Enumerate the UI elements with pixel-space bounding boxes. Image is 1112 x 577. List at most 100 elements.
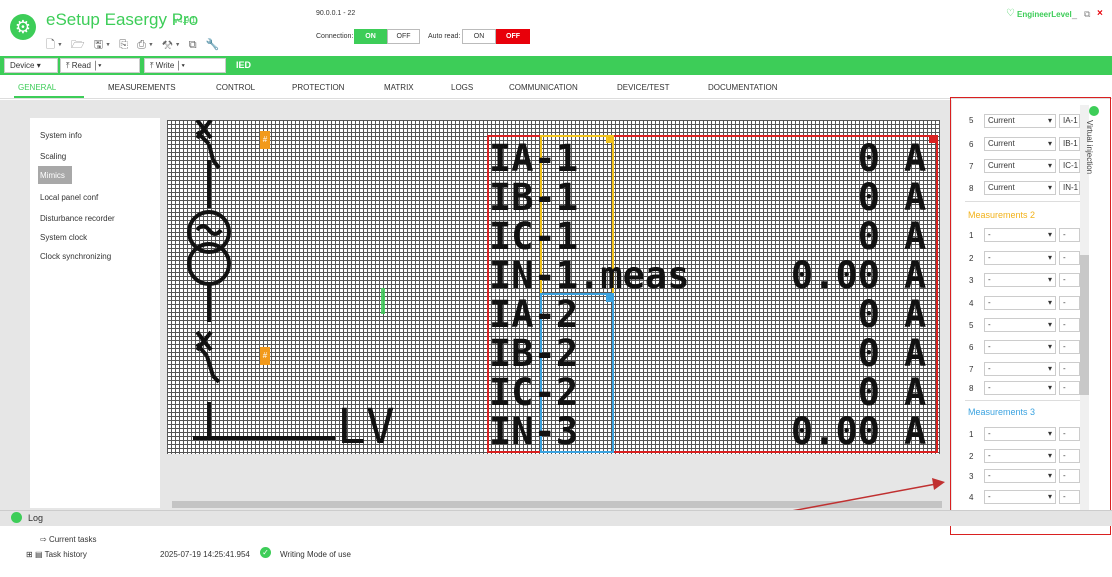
measurement-unit: A [904,332,927,375]
user-level[interactable]: EngineerLevel [1017,10,1072,19]
minimize-button[interactable]: _ [1072,9,1077,19]
chevron-down-icon: ▾ [36,61,41,70]
log-entry-text: Writing Mode of use [280,550,351,559]
measurement-value: 0 [857,332,880,375]
resize-handle[interactable] [606,135,614,143]
measurement-name: IB-2 [489,332,579,375]
read-label: Read [71,61,91,70]
connection-on-toggle[interactable]: ON [354,29,387,44]
sidebar-item-mimics[interactable]: Mimics [40,171,65,180]
tasks-icon: ⇨ [40,535,49,544]
device-address: 90.0.0.1 - 22 [316,10,356,17]
user-level-icon: ♡ [1006,8,1015,19]
auto-read-on-toggle[interactable]: ON [462,29,496,44]
save-icon[interactable]: 🖫▾ [94,39,113,51]
measurement-value: 0 [857,137,880,180]
measurement-value: 0 [857,215,880,258]
tab-device-test[interactable]: DEVICE/TEST [617,83,669,92]
log-entry-time: 2025-07-19 14:25:41.954 [160,550,250,559]
ied-label[interactable]: IED [236,60,251,70]
annotation-highlight-box [950,97,1111,535]
settings-logo-icon: ⚙ [10,14,36,40]
selection-cursor [381,288,385,314]
log-title: Log [28,513,44,523]
measurement-unit: A [904,371,927,414]
tab-control[interactable]: CONTROL [216,83,255,92]
chevron-down-icon[interactable]: │▾ [93,61,101,70]
measurement-value: 0 [857,176,880,219]
read-button[interactable]: ⤒ Read │▾ [60,58,140,73]
sidebar-item-clock-synchronizing[interactable]: Clock synchronizing [40,252,111,261]
device-label: Device [10,61,35,70]
measurement-value: 0.00 [790,254,880,297]
close-button[interactable]: × [1097,8,1103,19]
connection-off-toggle[interactable]: OFF [387,29,420,44]
current-tasks-item[interactable]: ⇨ Current tasks [40,535,97,544]
resize-handle[interactable] [929,135,937,143]
measurement-name: IN-3 [489,410,579,453]
device-menu-button[interactable]: Device ▾ [4,58,58,73]
auto-read-label: Auto read: [428,33,461,40]
task-history-item[interactable]: ⊞ ▤ Task history [26,550,87,559]
tab-matrix[interactable]: MATRIX [384,83,414,92]
device-marker-top[interactable]: # [260,131,270,149]
sidebar-item-system-clock[interactable]: System clock [40,233,87,242]
marker-text: # [262,351,268,360]
tab-communication[interactable]: COMMUNICATION [509,83,578,92]
sidebar-item-scaling[interactable]: Scaling [40,152,66,161]
measurement-name: IB-1 [489,176,579,219]
log-panel-header[interactable] [0,510,1112,526]
export-icon[interactable]: ⎘ [119,39,131,51]
tab-general[interactable]: GENERAL [18,83,56,92]
print-icon[interactable]: ⎙▾ [137,39,156,51]
app-version: v4.9.1 [174,16,196,25]
check-icon: ✓ [260,547,271,558]
device-marker-bottom[interactable]: # [260,347,270,365]
app-window: ⚙ eSetup Easergy Pro v4.9.1 🗋▾ 🗁 🖫▾ ⎘ ⎙▾… [0,0,1112,577]
compare-icon[interactable]: ⧉ [189,39,200,51]
measurement-name: IN-1.meas [489,254,690,297]
expand-icon[interactable]: ⊞ [26,550,35,559]
active-tab-indicator [14,96,84,98]
restore-button[interactable]: ⧉ [1084,9,1090,20]
tools-icon[interactable]: ⚒▾ [162,39,183,51]
measurement-unit: A [904,293,927,336]
tab-documentation[interactable]: DOCUMENTATION [708,83,777,92]
transformer-wave-icon [195,224,223,236]
tab-protection[interactable]: PROTECTION [292,83,344,92]
upload-icon: ⤒ [150,61,154,70]
auto-read-off-toggle[interactable]: OFF [496,29,530,44]
wrench-icon[interactable]: 🔧 [206,39,223,51]
write-button[interactable]: ⤒ Write │▾ [144,58,226,73]
measurement-unit: A [904,176,927,219]
sidebar-item-system-info[interactable]: System info [40,131,82,140]
measurement-name: IC-2 [489,371,579,414]
measurement-unit: A [904,215,927,258]
measurement-name: IA-2 [489,293,579,336]
measurement-unit: A [904,137,927,180]
measurement-unit: A [904,254,927,297]
history-icon: ▤ [34,550,45,559]
sidebar-item-local-panel-conf[interactable]: Local panel conf [40,193,98,202]
new-file-icon[interactable]: 🗋▾ [46,39,65,51]
sidebar-item-disturbance-recorder[interactable]: Disturbance recorder [40,214,115,223]
measurement-name: IC-1 [489,215,579,258]
measurement-value: 0.00 [790,410,880,453]
connection-label: Connection: [316,33,354,40]
task-history-label: Task history [44,550,87,559]
lv-label: LV [337,399,395,455]
marker-text: # [262,135,268,144]
quick-access-toolbar[interactable]: 🗋▾ 🗁 🖫▾ ⎘ ⎙▾ ⚒▾ ⧉ 🔧 [46,36,222,55]
measurement-value: 0 [857,293,880,336]
upload-icon: ⤒ [66,61,70,70]
write-label: Write [155,61,175,70]
switch-blade-bottom [195,342,221,384]
measurement-value: 0 [857,371,880,414]
collapse-icon[interactable] [11,512,22,523]
tab-logs[interactable]: LOGS [451,83,473,92]
open-folder-icon[interactable]: 🗁 [71,39,88,51]
chevron-down-icon[interactable]: │▾ [177,61,185,70]
tab-measurements[interactable]: MEASUREMENTS [108,83,176,92]
current-tasks-label: Current tasks [48,535,97,544]
measurement-unit: A [904,410,927,453]
